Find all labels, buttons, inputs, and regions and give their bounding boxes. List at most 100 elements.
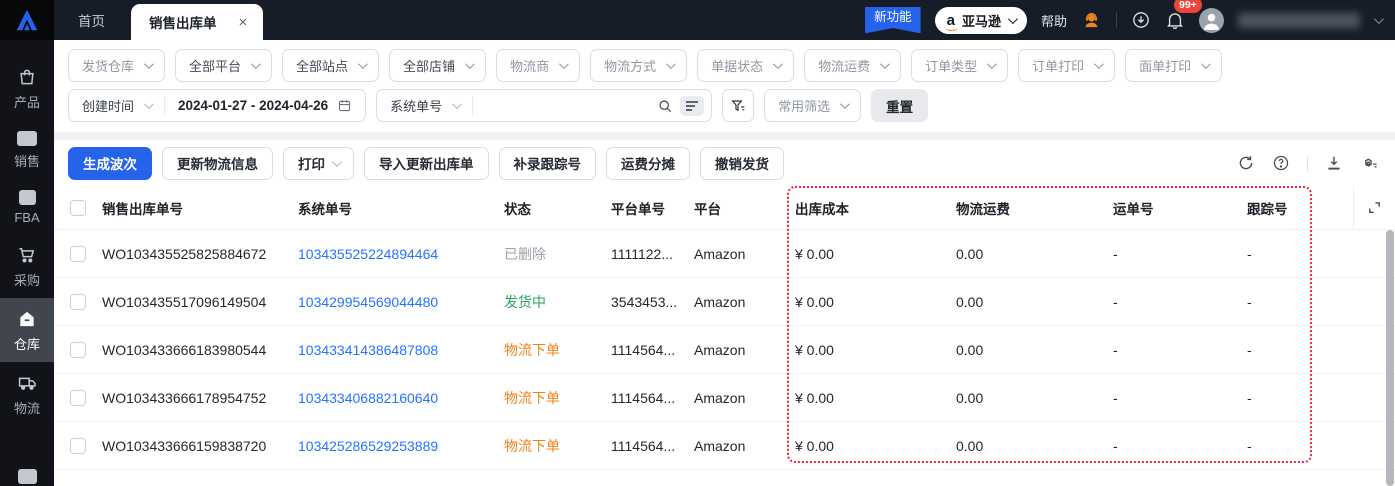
sidebar-item-product[interactable]: 产品 — [0, 56, 54, 120]
search-input[interactable] — [483, 98, 650, 113]
filter-label-print[interactable]: 面单打印 — [1125, 49, 1222, 82]
tracking-number: - — [1239, 342, 1325, 358]
close-icon[interactable]: × — [239, 14, 248, 31]
system-order-link[interactable]: 103435525224894464 — [298, 246, 438, 262]
filter-site[interactable]: 全部站点 — [282, 49, 379, 82]
row-checkbox[interactable] — [70, 438, 86, 454]
filter-store[interactable]: 全部店铺 — [389, 49, 486, 82]
sidebar-item-fba[interactable]: a FBA — [0, 179, 54, 234]
system-order-link[interactable]: 103425286529253889 — [298, 438, 438, 454]
cancel-shipment-button[interactable]: 撤销发货 — [700, 147, 784, 180]
sidebar-item-ad[interactable]: AD — [0, 458, 54, 486]
export-download-icon[interactable] — [1325, 154, 1343, 172]
platform-order-number: 1114564... — [611, 390, 694, 406]
select-all-checkbox[interactable] — [70, 200, 86, 216]
platform: Amazon — [694, 246, 787, 262]
update-logistics-button[interactable]: 更新物流信息 — [162, 147, 273, 180]
wo-number: WO103433666183980544 — [102, 342, 298, 358]
col-system-number[interactable]: 系统单号 — [298, 198, 504, 218]
search-type-select[interactable]: 系统单号 — [377, 90, 472, 121]
col-outbound-cost[interactable]: 出库成本 — [787, 198, 947, 218]
new-feature-badge[interactable]: 新功能 — [865, 7, 921, 34]
outbound-cost: ¥ 0.00 — [787, 294, 947, 310]
marketplace-switcher[interactable]: a 亚马逊 — [935, 7, 1027, 34]
system-order-link[interactable]: 103433406882160640 — [298, 390, 438, 406]
chevron-down-icon — [1008, 14, 1018, 24]
filter-logistics-method[interactable]: 物流方式 — [590, 49, 687, 82]
sidebar-item-sales[interactable]: SEL 销售 — [0, 120, 54, 179]
filter-ship-warehouse[interactable]: 发货仓库 — [68, 49, 165, 82]
col-waybill[interactable]: 运单号 — [1105, 198, 1239, 218]
amazon-icon: a — [947, 13, 955, 28]
freight: 0.00 — [947, 438, 1105, 454]
table-row[interactable]: WO103433666178954752 103433406882160640 … — [54, 374, 1395, 422]
platform: Amazon — [694, 294, 787, 310]
col-platform-number[interactable]: 平台单号 — [611, 198, 694, 218]
waybill-number: - — [1105, 342, 1239, 358]
expand-table-button[interactable] — [1353, 186, 1395, 229]
help-circle-icon[interactable] — [1272, 154, 1290, 172]
waybill-number: - — [1105, 294, 1239, 310]
warehouse-icon — [17, 309, 37, 329]
col-freight[interactable]: 物流运费 — [947, 198, 1105, 218]
chevron-down-icon[interactable] — [1374, 14, 1384, 24]
advanced-filter-button[interactable] — [722, 89, 754, 122]
sidebar-item-warehouse[interactable]: 仓库 — [0, 298, 54, 362]
app-logo[interactable] — [0, 0, 54, 40]
search-icon[interactable] — [657, 98, 673, 114]
col-tracking[interactable]: 跟踪号 — [1239, 198, 1325, 218]
wo-number: WO103435525825884672 — [102, 246, 298, 262]
col-platform[interactable]: 平台 — [694, 198, 787, 218]
date-range-picker[interactable]: 2024-01-27 - 2024-04-26 — [165, 90, 365, 121]
logo-icon — [14, 7, 40, 33]
multi-line-search-icon[interactable] — [680, 96, 704, 116]
waybill-number: - — [1105, 390, 1239, 406]
freight: 0.00 — [947, 390, 1105, 406]
generate-wave-button[interactable]: 生成波次 — [68, 147, 152, 180]
col-wo-number[interactable]: 销售出库单号 — [102, 198, 298, 218]
import-update-button[interactable]: 导入更新出库单 — [364, 147, 489, 180]
column-settings-icon[interactable] — [1360, 154, 1379, 172]
divider — [1116, 12, 1117, 28]
row-checkbox[interactable] — [70, 390, 86, 406]
filter-platform[interactable]: 全部平台 — [175, 49, 272, 82]
platform-order-number: 3543453... — [611, 294, 694, 310]
bag-icon — [17, 67, 37, 87]
filter-logistics-provider[interactable]: 物流商 — [496, 49, 580, 82]
filter-order-print[interactable]: 订单打印 — [1018, 49, 1115, 82]
sidebar-item-logistics[interactable]: 物流 — [0, 362, 54, 426]
table-row[interactable]: WO103433666159838720 103425286529253889 … — [54, 422, 1395, 470]
filter-order-type[interactable]: 订单类型 — [911, 49, 1008, 82]
print-button[interactable]: 打印 — [283, 147, 354, 180]
vertical-scrollbar[interactable] — [1386, 230, 1394, 486]
col-status[interactable]: 状态 — [504, 198, 611, 218]
saved-filters-select[interactable]: 常用筛选 — [764, 89, 861, 122]
sidebar-item-label: 产品 — [14, 92, 40, 111]
reset-button[interactable]: 重置 — [871, 89, 928, 122]
tab-sales-outbound[interactable]: 销售出库单 × — [131, 4, 263, 40]
support-headset-icon[interactable] — [1081, 10, 1102, 31]
table-row[interactable]: WO103435517096149504 103429954569044480 … — [54, 278, 1395, 326]
row-checkbox[interactable] — [70, 342, 86, 358]
help-link[interactable]: 帮助 — [1041, 11, 1067, 30]
table-row[interactable]: WO103435525825884672 103435525224894464 … — [54, 230, 1395, 278]
sidebar-item-label: 销售 — [14, 151, 40, 170]
notifications[interactable]: 99+ — [1165, 10, 1185, 30]
tab-home[interactable]: 首页 — [54, 0, 131, 40]
add-tracking-button[interactable]: 补录跟踪号 — [499, 147, 597, 180]
filter-doc-status[interactable]: 单据状态 — [697, 49, 794, 82]
avatar[interactable] — [1199, 8, 1224, 33]
system-order-link[interactable]: 103433414386487808 — [298, 342, 438, 358]
bell-icon — [1165, 10, 1185, 30]
outbound-cost: ¥ 0.00 — [787, 390, 947, 406]
download-center-icon[interactable] — [1131, 10, 1151, 30]
table-row[interactable]: WO103433666183980544 103433414386487808 … — [54, 326, 1395, 374]
date-type-select[interactable]: 创建时间 — [69, 90, 164, 121]
system-order-link[interactable]: 103429954569044480 — [298, 294, 438, 310]
filter-freight[interactable]: 物流运费 — [804, 49, 901, 82]
sidebar-item-purchase[interactable]: 采购 — [0, 234, 54, 298]
freight-allocation-button[interactable]: 运费分摊 — [606, 147, 690, 180]
row-checkbox[interactable] — [70, 246, 86, 262]
refresh-icon[interactable] — [1237, 154, 1255, 172]
row-checkbox[interactable] — [70, 294, 86, 310]
